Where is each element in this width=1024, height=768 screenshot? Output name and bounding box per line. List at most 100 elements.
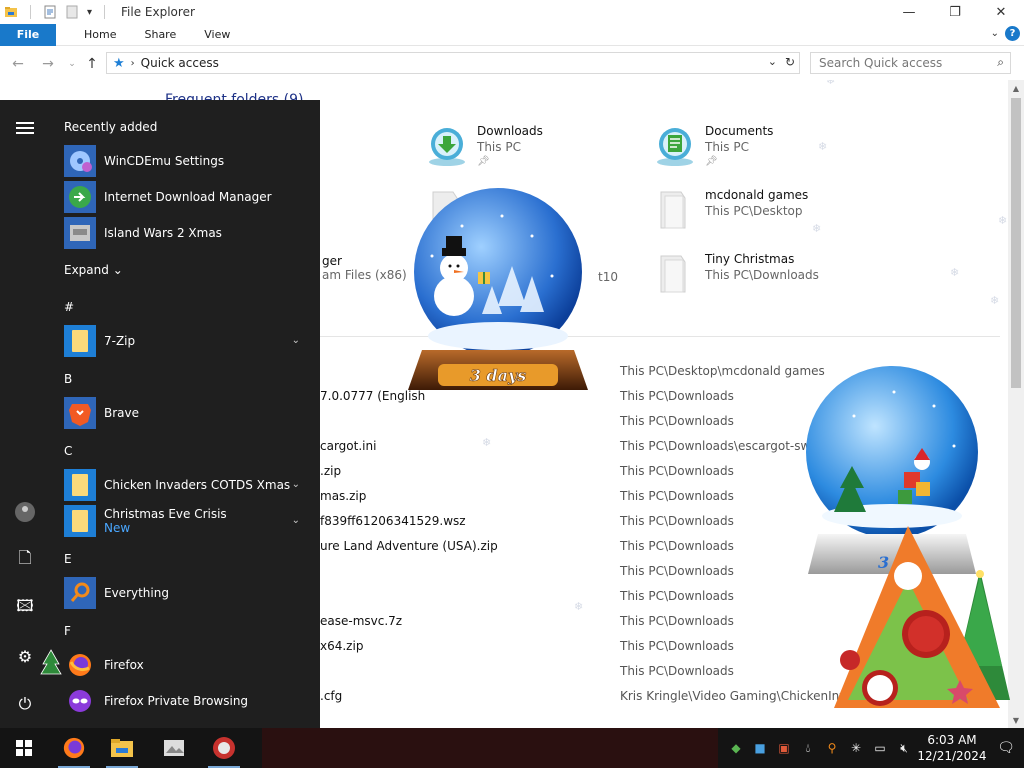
app-island-wars-2-xmas[interactable]: Island Wars 2 Xmas [64, 216, 314, 250]
snowflake-icon: ❄ [574, 600, 584, 613]
folder-path: This PC\Desktop [705, 204, 803, 218]
app-firefox[interactable]: Firefox [64, 648, 314, 682]
start-button[interactable] [0, 728, 48, 768]
app-everything[interactable]: Everything [64, 576, 314, 610]
clock[interactable]: 6:03 AM 12/21/2024 [916, 732, 988, 764]
app-7-zip[interactable]: 7-Zip ⌄ [64, 324, 314, 358]
folder-name: Tiny Christmas [705, 252, 795, 266]
search-placeholder: Search Quick access [819, 56, 943, 70]
tab-share[interactable]: Share [130, 28, 190, 41]
expand-ribbon-icon[interactable]: ⌄ [991, 28, 999, 39]
refresh-icon[interactable]: ↻ [785, 55, 795, 69]
up-arrow-icon[interactable]: ↑ [78, 50, 106, 78]
app-christmas-eve-crisis[interactable]: Christmas Eve Crisis New ⌄ [64, 504, 314, 538]
frequent-folder-mcdonald-games[interactable]: mcdonald games This PC\Desktop [653, 188, 808, 232]
maximize-icon[interactable]: ❐ [932, 0, 978, 24]
tray-app-icon[interactable]: ◆ [724, 741, 748, 755]
tab-file[interactable]: File [0, 23, 56, 46]
app-wincdemu-settings[interactable]: WinCDEmu Settings [64, 144, 314, 178]
tab-view[interactable]: View [190, 28, 244, 41]
taskbar-app[interactable] [200, 728, 248, 768]
snowflake-icon: ❄ [990, 294, 1000, 307]
snowflake-icon: ❄ [998, 214, 1008, 227]
desktop: { "explorer": { "title": "File Explorer"… [0, 0, 1024, 768]
properties-icon[interactable] [43, 5, 57, 19]
folder-name: mcdonald games [705, 188, 809, 202]
taskbar-wallpaper-strip [262, 728, 718, 768]
scroll-up-icon[interactable]: ▲ [1008, 80, 1024, 96]
new-folder-icon[interactable] [65, 5, 79, 19]
brave-icon [64, 397, 96, 429]
group-letter[interactable]: B [64, 372, 72, 386]
frequent-folder-tiny-christmas[interactable]: Tiny Christmas This PC\Downloads [653, 252, 819, 296]
help-icon[interactable]: ? [1005, 26, 1020, 41]
documents-icon[interactable]: 🗋︎ [13, 548, 37, 572]
folder-icon [660, 255, 686, 293]
toolbar-divider [104, 5, 106, 19]
customize-toolbar-icon[interactable]: ▾ [87, 7, 92, 18]
folder-icon [64, 469, 96, 501]
minimize-icon[interactable]: — [886, 0, 932, 24]
hamburger-menu-icon[interactable] [16, 122, 34, 134]
app-chicken-invaders-cotds-xmas[interactable]: Chicken Invaders COTDS Xmas ⌄ [64, 468, 314, 502]
game-icon [213, 737, 235, 759]
notification-center-icon[interactable]: 🗨︎ [988, 728, 1024, 768]
tray-app-icon[interactable]: ■ [748, 741, 772, 755]
frequent-folder-downloads[interactable]: Downloads This PC 📌︎ [425, 124, 543, 168]
chevron-down-icon[interactable]: ⌄ [292, 335, 300, 346]
snowflake-icon: ❄ [826, 80, 836, 87]
tray-search-icon[interactable]: ⚲ [820, 741, 844, 755]
chevron-down-icon: ⌄ [112, 263, 123, 277]
snowflake-icon: ❄ [950, 266, 960, 279]
breadcrumb-quick-access[interactable]: Quick access [141, 56, 219, 70]
tray-app-icon[interactable]: ▣ [772, 741, 796, 755]
app-brave[interactable]: Brave [64, 396, 314, 430]
user-account-icon[interactable] [13, 500, 37, 524]
chevron-down-icon[interactable]: ⌄ [292, 515, 300, 526]
start-menu: 🗋︎ 🖾︎ ⚙︎ ⏻ Recently added WinCDEmu Setti… [0, 100, 320, 728]
tab-home[interactable]: Home [70, 28, 130, 41]
folder-icon [660, 191, 686, 229]
group-letter[interactable]: F [64, 624, 71, 638]
expand-recent-button[interactable]: Expand ⌄ [64, 263, 123, 277]
frequent-folder-documents[interactable]: Documents This PC 📌︎ [653, 124, 773, 168]
chevron-down-icon[interactable]: ⌄ [292, 479, 300, 490]
tray-snowflake-icon[interactable]: ✳ [844, 741, 868, 755]
taskbar-app[interactable] [150, 728, 198, 768]
volume-muted-icon[interactable]: 🔇︎ [892, 741, 916, 756]
wincdemu-icon [64, 145, 96, 177]
taskbar-file-explorer[interactable] [98, 728, 146, 768]
tree-cursor-icon [40, 649, 62, 675]
scrollbar-thumb[interactable] [1011, 98, 1021, 388]
settings-gear-icon[interactable]: ⚙︎ [13, 644, 37, 668]
group-letter[interactable]: # [64, 300, 74, 314]
address-path[interactable]: ★ › Quick access ⌄ ↻ [106, 52, 800, 74]
folder-path: This PC [705, 140, 749, 154]
folder-app-icon [5, 7, 17, 17]
tray-droplet-icon[interactable]: 💧︎ [796, 741, 820, 756]
search-input[interactable]: Search Quick access ⌕ [810, 52, 1011, 74]
idm-icon [64, 181, 96, 213]
windows-logo-icon [16, 740, 32, 756]
pictures-icon[interactable]: 🖾︎ [13, 596, 37, 620]
christmas-tree-decoration [834, 526, 1010, 708]
window-title: File Explorer [121, 5, 195, 19]
network-icon[interactable]: ▭ [868, 741, 892, 755]
group-letter[interactable]: E [64, 552, 72, 566]
power-icon[interactable]: ⏻ [13, 692, 37, 716]
app-firefox-private-browsing[interactable]: Firefox Private Browsing [64, 684, 314, 718]
snow-globe-countdown[interactable]: 3 days [392, 186, 604, 406]
app-internet-download-manager[interactable]: Internet Download Manager [64, 180, 314, 214]
clock-time: 6:03 AM [927, 733, 977, 747]
back-arrow-icon[interactable]: ← [4, 50, 32, 78]
firefox-icon [64, 649, 96, 681]
taskbar-firefox[interactable] [50, 728, 98, 768]
start-app-list: Recently added WinCDEmu Settings Interne… [50, 100, 320, 728]
folder-icon [64, 505, 96, 537]
quick-access-toolbar: ▾ File Explorer [0, 0, 195, 24]
firefox-private-icon [64, 685, 96, 717]
clock-date: 12/21/2024 [917, 749, 987, 763]
address-dropdown-icon[interactable]: ⌄ [768, 55, 777, 68]
close-icon[interactable]: ✕ [978, 0, 1024, 24]
group-letter[interactable]: C [64, 444, 72, 458]
